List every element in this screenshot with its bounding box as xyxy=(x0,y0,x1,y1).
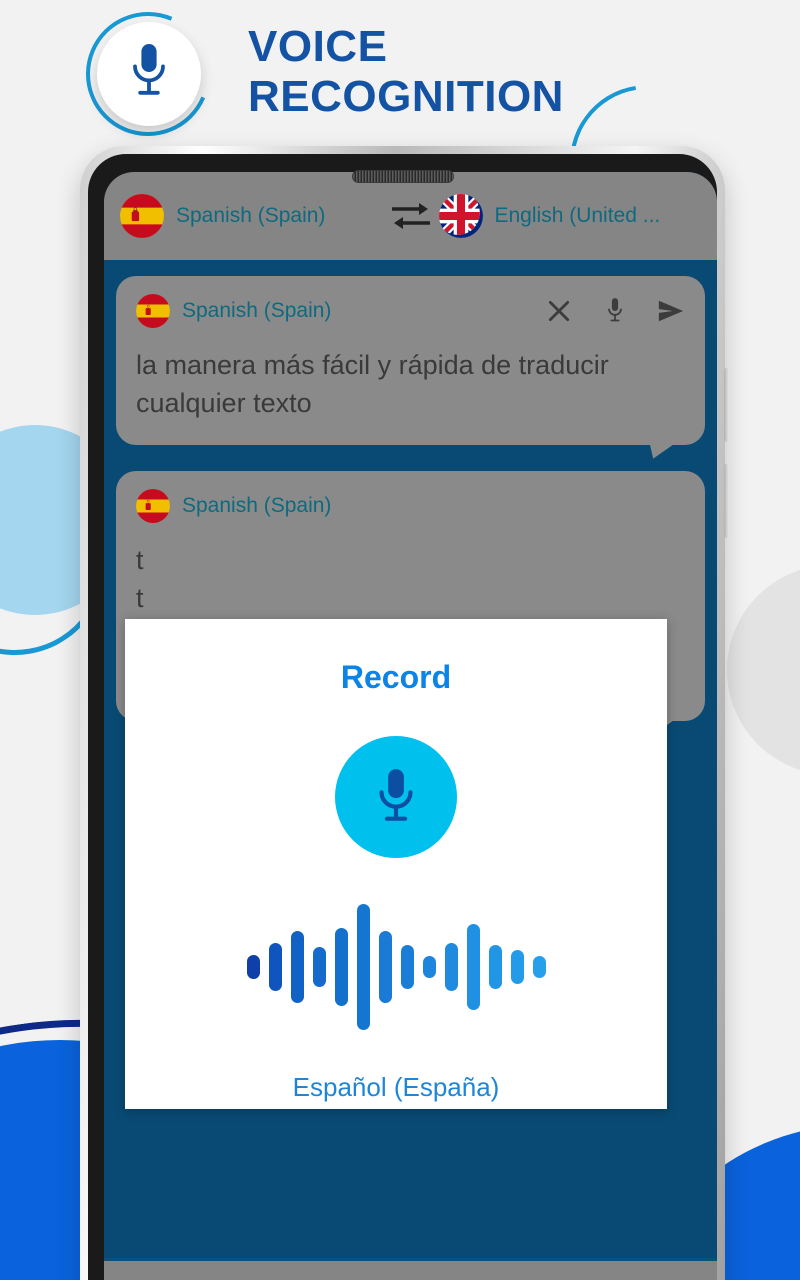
source-language-label: Spanish (Spain) xyxy=(176,204,326,227)
card-text: la manera más fácil y rápida de traducir… xyxy=(136,350,609,419)
page-title-line-2: RECOGNITION xyxy=(248,72,564,122)
translation-list: Spanish (Spain) la manera más fácil y rá… xyxy=(104,260,717,1258)
spain-flag-icon xyxy=(136,488,170,523)
phone-earpiece-speaker xyxy=(351,170,454,183)
microphone-icon xyxy=(371,765,421,830)
spain-flag-icon xyxy=(120,194,164,238)
united-kingdom-flag-icon xyxy=(438,194,483,238)
waveform-bar xyxy=(466,924,480,1010)
audio-waveform xyxy=(246,892,546,1042)
card-header: Spanish (Spain) xyxy=(136,488,685,523)
language-bar: Spanish (Spain) English (United ... xyxy=(104,172,717,260)
phone-volume-up-button[interactable] xyxy=(724,368,729,442)
source-language-selector[interactable]: Spanish (Spain) xyxy=(120,194,383,238)
card-actions xyxy=(545,297,685,325)
waveform-bar xyxy=(268,943,282,991)
phone-bezel: Spanish (Spain) English (United ... Span… xyxy=(88,154,717,1280)
waveform-bar xyxy=(290,931,304,1003)
phone-screen: Spanish (Spain) English (United ... Span… xyxy=(104,172,717,1280)
translation-card-source: Spanish (Spain) la manera más fácil y rá… xyxy=(116,276,705,445)
spain-flag-icon xyxy=(136,294,170,328)
clear-icon[interactable] xyxy=(545,297,573,325)
record-dialog-title: Record xyxy=(340,659,452,695)
microphone-icon xyxy=(125,42,173,107)
swap-arrows-icon[interactable] xyxy=(383,199,439,233)
waveform-bar xyxy=(532,956,546,978)
nav-item-translator[interactable]: Translator xyxy=(104,1261,257,1280)
card-text: t t xyxy=(136,544,144,613)
waveform-bar xyxy=(246,955,260,979)
waveform-bar xyxy=(444,943,458,991)
card-language-label: Spanish (Spain) xyxy=(182,299,332,322)
target-language-label: English (United ... xyxy=(494,204,661,227)
nav-item-history[interactable]: History xyxy=(257,1261,410,1280)
waveform-bar xyxy=(400,945,414,989)
record-language-label: Español (España) xyxy=(292,1072,500,1102)
nav-item-phrasebook[interactable]: Phrasebook xyxy=(564,1261,717,1280)
decor-grey-circle-right xyxy=(727,565,800,775)
waveform-bar xyxy=(356,904,370,1030)
logo-badge xyxy=(97,22,201,126)
page-title: VOICE RECOGNITION xyxy=(248,22,564,122)
microphone-icon[interactable] xyxy=(601,297,629,325)
poster-canvas: VOICE RECOGNITION Spanish (Spain) Englis… xyxy=(0,0,800,1280)
card-header: Spanish (Spain) xyxy=(136,294,685,328)
send-icon[interactable] xyxy=(657,297,685,325)
waveform-bar xyxy=(378,931,392,1003)
nav-item-conversation[interactable]: Conversation xyxy=(411,1261,564,1280)
waveform-bar xyxy=(312,947,326,987)
target-language-selector[interactable]: English (United ... xyxy=(438,194,702,238)
page-title-line-1: VOICE xyxy=(248,22,388,71)
waveform-bar xyxy=(488,945,502,989)
phone-mockup: Spanish (Spain) English (United ... Span… xyxy=(80,146,729,1280)
card-language-label: Spanish (Spain) xyxy=(182,493,332,517)
waveform-bar xyxy=(422,956,436,978)
phone-volume-down-button[interactable] xyxy=(724,464,729,538)
translator-app: Spanish (Spain) English (United ... Span… xyxy=(104,172,717,1280)
waveform-bar xyxy=(334,928,348,1006)
record-mic-button[interactable] xyxy=(335,736,457,858)
record-dialog: Record Español (España) xyxy=(125,619,667,1109)
bottom-navigation: Translator History xyxy=(104,1258,717,1280)
waveform-bar xyxy=(510,950,524,984)
